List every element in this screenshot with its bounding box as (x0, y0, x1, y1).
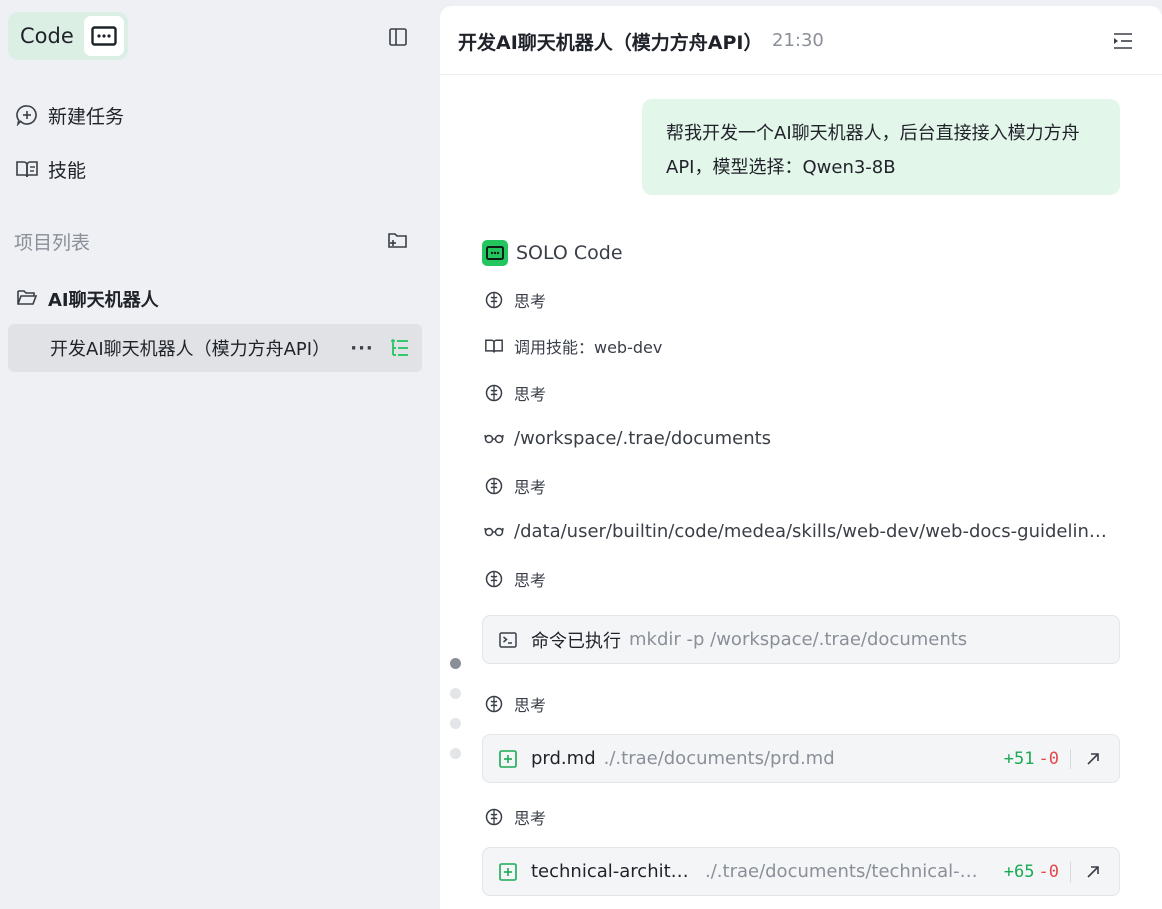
brain-icon (484, 694, 504, 714)
skills-book-icon (484, 336, 504, 356)
chat-header: 开发AI聊天机器人（模力方舟API） 21:30 (440, 6, 1162, 75)
agent-header: SOLO Code (482, 240, 623, 266)
divider (1070, 862, 1071, 882)
project-label: AI聊天机器人 (48, 290, 159, 311)
timeline-dot[interactable] (450, 688, 461, 699)
file-card[interactable]: technical-architecture.md ./.trae/docume… (482, 847, 1120, 896)
glasses-icon (484, 428, 504, 448)
sidebar-item-label: 技能 (48, 159, 87, 182)
brain-icon (484, 807, 504, 827)
timeline-dot[interactable] (450, 658, 461, 669)
step-think[interactable]: 思考 (484, 287, 546, 313)
outline-menu-icon[interactable] (1110, 28, 1136, 54)
command-status: 命令已执行 (531, 630, 621, 652)
sidebar-item-label: 新建任务 (48, 105, 125, 128)
brain-icon (484, 383, 504, 403)
step-read[interactable]: /workspace/.trae/documents (484, 425, 1114, 451)
open-external-icon[interactable] (1081, 860, 1105, 884)
solo-code-logo-icon (482, 240, 508, 266)
mode-switch-code[interactable]: Code (8, 12, 128, 60)
step-label: 思考 (514, 385, 547, 404)
step-label: 思考 (514, 696, 547, 715)
file-path: ./.trae/documents/prd.md (603, 748, 835, 769)
divider (1070, 749, 1071, 769)
file-card[interactable]: prd.md ./.trae/documents/prd.md +51 -0 (482, 734, 1120, 783)
task-item[interactable]: 开发AI聊天机器人（模力方舟API） ··· (8, 324, 422, 372)
diff-stat: +51 -0 (1004, 749, 1059, 769)
folder-open-icon (16, 288, 38, 311)
lines-added: +51 (1003, 749, 1035, 769)
diff-stat: +65 -0 (1004, 862, 1059, 882)
step-think[interactable]: 思考 (484, 473, 546, 499)
sidebar-item-new-task[interactable]: 新建任务 (14, 99, 124, 131)
code-mode-icon (84, 16, 124, 56)
step-label: 思考 (514, 809, 547, 828)
step-think[interactable]: 思考 (484, 380, 546, 406)
page-title: 开发AI聊天机器人（模力方舟API） (458, 32, 763, 54)
step-read[interactable]: /data/user/builtin/code/medea/skills/web… (484, 518, 1114, 544)
step-path: /workspace/.trae/documents (514, 427, 772, 449)
sidebar-item-skills[interactable]: 技能 (14, 153, 86, 185)
file-name: technical-architecture.md (531, 861, 693, 882)
add-folder-icon[interactable] (386, 228, 410, 252)
step-label: 思考 (514, 292, 547, 311)
lines-removed: -0 (1038, 749, 1059, 769)
open-external-icon[interactable] (1081, 747, 1105, 771)
lines-added: +65 (1003, 862, 1035, 882)
step-label: 调用技能：web-dev (514, 338, 663, 357)
file-path: ./.trae/documents/technical-architecture… (705, 861, 985, 882)
new-task-icon (14, 102, 40, 128)
step-think[interactable]: 思考 (484, 804, 546, 830)
agent-name: SOLO Code (516, 242, 623, 264)
task-outline-icon[interactable] (388, 336, 412, 360)
timestamp: 21:30 (772, 30, 824, 51)
project-item[interactable]: AI聊天机器人 (16, 284, 159, 314)
project-list-title: 项目列表 (14, 232, 91, 254)
sidebar-toggle-icon[interactable] (386, 25, 410, 49)
step-label: 思考 (514, 478, 547, 497)
file-added-icon (497, 748, 519, 770)
brand-label: Code (20, 24, 74, 48)
brain-icon (484, 290, 504, 310)
file-added-icon (497, 861, 519, 883)
command-card[interactable]: 命令已执行 mkdir -p /workspace/.trae/document… (482, 615, 1120, 664)
step-think[interactable]: 思考 (484, 566, 546, 592)
sidebar: Code 新建任务 技能 项目列表 AI聊天机器人 开发AI聊天机器人（模力方舟… (0, 0, 440, 909)
step-think[interactable]: 思考 (484, 691, 546, 717)
chat-panel: 开发AI聊天机器人（模力方舟API） 21:30 帮我开发一个AI聊天机器人，后… (440, 6, 1162, 909)
brain-icon (484, 476, 504, 496)
task-label: 开发AI聊天机器人（模力方舟API） (50, 339, 331, 360)
command-text: mkdir -p /workspace/.trae/documents (629, 629, 968, 650)
user-message: 帮我开发一个AI聊天机器人，后台直接接入模力方舟API，模型选择：Qwen3-8… (642, 99, 1120, 195)
terminal-icon (497, 629, 519, 651)
step-path: /data/user/builtin/code/medea/skills/web… (514, 520, 1114, 542)
step-skill[interactable]: 调用技能：web-dev (484, 333, 662, 359)
more-options-icon[interactable]: ··· (350, 336, 374, 360)
skills-book-icon (14, 156, 40, 182)
step-label: 思考 (514, 571, 547, 590)
file-name: prd.md (531, 748, 596, 769)
glasses-icon (484, 521, 504, 541)
timeline-dot[interactable] (450, 748, 461, 759)
brain-icon (484, 569, 504, 589)
timeline-dot[interactable] (450, 718, 461, 729)
lines-removed: -0 (1038, 862, 1059, 882)
